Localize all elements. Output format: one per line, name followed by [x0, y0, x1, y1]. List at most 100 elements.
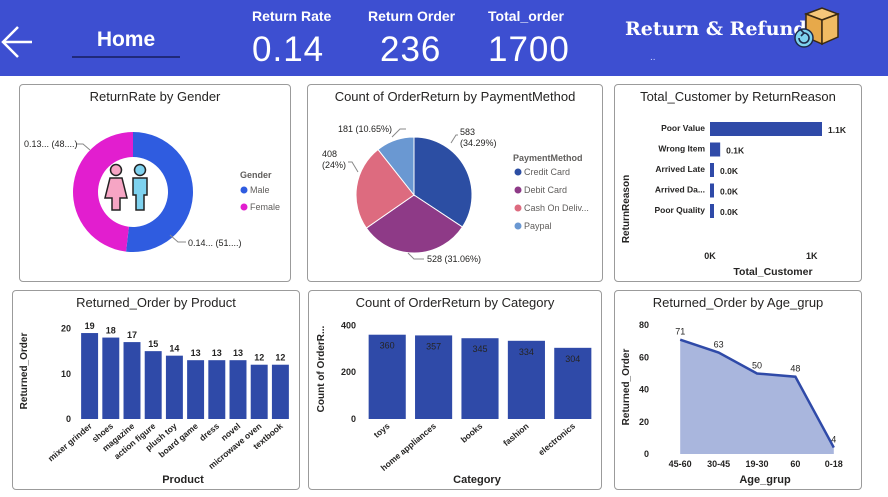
data-label-leader: [391, 128, 406, 138]
data-label: 18: [106, 326, 116, 336]
kpi-value: 236: [380, 30, 442, 69]
data-label-leader: [407, 252, 424, 260]
y-axis-label: Returned_Order: [621, 349, 632, 426]
y-tick-label: 60: [639, 352, 649, 362]
data-label: 528 (31.06%): [427, 254, 481, 264]
bar: [81, 333, 99, 419]
data-label: 63: [714, 340, 724, 350]
chart-title: Count of OrderReturn by PaymentMethod: [334, 89, 576, 104]
data-label: (24%): [322, 160, 346, 170]
legend-title: PaymentMethod: [513, 153, 583, 163]
data-label: 15: [148, 339, 158, 349]
bar: [710, 163, 714, 177]
data-label: 1.1K: [828, 125, 847, 135]
data-label: 50: [752, 361, 762, 371]
y-tick-label: 20: [639, 417, 649, 427]
data-label: 13: [191, 348, 201, 358]
category-bar-chart: 0200400360toys357home appliances345books…: [316, 320, 592, 486]
dashboard-title: Return & Refund: [625, 18, 807, 40]
data-label: (34.29%): [460, 138, 497, 148]
card-customer-by-reason: Total_Customer by ReturnReason ReturnRea…: [614, 84, 862, 282]
data-label: 583: [460, 127, 475, 137]
kpi-total-order: Total_order 1700: [488, 8, 570, 70]
x-axis-label: Age_grup: [739, 474, 791, 486]
y-tick-label: 80: [639, 320, 649, 330]
data-label: 13: [233, 348, 243, 358]
category-label: Poor Quality: [654, 205, 705, 215]
legend-marker: [514, 204, 522, 212]
bar: [250, 364, 268, 419]
y-axis-label: Count of OrderR...: [316, 325, 327, 412]
legend-marker: [240, 186, 248, 194]
legend-item: Cash On Deliv...: [524, 203, 589, 213]
gender-people-icon: [104, 163, 148, 211]
x-tick-label: 60: [790, 459, 800, 469]
bar: [144, 351, 162, 419]
data-label: 0.0K: [720, 166, 739, 176]
kpi-value: 1700: [488, 30, 570, 69]
data-label: 334: [519, 347, 534, 357]
legend-item: Credit Card: [524, 167, 570, 177]
back-arrow-icon[interactable]: [0, 22, 36, 62]
bar: [710, 204, 714, 218]
kpi-label: Return Rate: [252, 8, 332, 24]
legend-marker: [514, 186, 522, 194]
chart-title: Returned_Order by Product: [76, 295, 236, 310]
data-label: 360: [380, 341, 395, 351]
y-tick-label: 0: [351, 414, 356, 424]
age-area-chart: 0 20 40 60 80 71 63 50 48 4 45-60 30-45 19-30 60 0-18 R…: [621, 320, 843, 486]
card-returnrate-by-gender: ReturnRate by Gender 0.14... (51....) 0.1…: [19, 84, 291, 282]
x-tick-label: dress: [197, 421, 221, 443]
data-label-leader: [348, 161, 359, 173]
category-label: Poor Value: [661, 123, 705, 133]
header-bar: Home Return Rate 0.14 Return Order 236 T…: [0, 0, 888, 76]
data-label-leader: [76, 143, 91, 151]
bar: [271, 364, 289, 419]
chart-title: Total_Customer by ReturnReason: [640, 89, 836, 104]
data-label: 304: [565, 354, 580, 364]
legend-item: Paypal: [524, 221, 552, 231]
y-tick-label: 20: [61, 324, 71, 334]
data-label: 4: [831, 435, 836, 445]
x-tick-label: 0K: [704, 251, 716, 261]
kpi-return-order: Return Order 236: [368, 8, 455, 70]
y-tick-label: 40: [639, 385, 649, 395]
data-label: 12: [275, 353, 285, 363]
data-label: 17: [127, 330, 137, 340]
card-orderreturn-by-payment: Count of OrderReturn by PaymentMethod 58…: [307, 84, 603, 282]
card-returned-by-age: Returned_Order by Age_grup 0 20 40 60 80 71 63…: [614, 290, 862, 490]
bar: [165, 355, 183, 419]
bar: [187, 360, 205, 419]
y-axis-label: ReturnReason: [621, 175, 632, 243]
x-axis-label: Total_Customer: [733, 266, 812, 278]
data-label: 345: [472, 344, 487, 354]
kpi-label: Return Order: [368, 8, 456, 24]
data-label: 0.13... (48....): [24, 139, 78, 149]
data-label: 0.14... (51....): [188, 238, 242, 248]
reason-bar-chart: ReturnReason Poor Value 1.1K Wrong Item 0.1K…: [621, 122, 847, 278]
card-orderreturn-by-category: Count of OrderReturn by Category 0 200 400…: [308, 290, 602, 490]
payment-pie-chart: 583(34.29%) 528 (31.06%) 408(24%) 181 (10.6…: [322, 124, 589, 264]
bar: [102, 337, 120, 419]
card-returned-by-product: Returned_Order by Product 0 10 20 19 mixer g…: [12, 290, 300, 490]
x-tick-label: electronics: [536, 421, 577, 458]
category-label: Arrived Da...: [655, 185, 705, 195]
data-label: 0.1K: [726, 146, 745, 156]
product-bar-chart: 01020 19mixer grinder18shoes17magazine15a…: [19, 321, 289, 486]
x-tick-label: 19-30: [745, 459, 768, 469]
x-tick-label: fashion: [501, 421, 531, 448]
y-tick-label: 400: [341, 320, 356, 330]
data-label: 357: [426, 341, 441, 351]
kpi-return-rate: Return Rate 0.14: [252, 8, 331, 70]
data-label: 12: [254, 353, 264, 363]
gender-donut-chart: 0.14... (51....) 0.13... (48....) Gender Ma…: [24, 132, 280, 252]
legend-marker: [514, 222, 522, 230]
category-label: Wrong Item: [658, 144, 705, 154]
x-tick-label: 0-18: [825, 459, 843, 469]
legend-item: Female: [250, 202, 280, 212]
x-axis-label: Product: [162, 474, 204, 486]
legend-item: Debit Card: [524, 185, 567, 195]
kpi-label: Total_order: [488, 8, 564, 24]
home-button[interactable]: Home: [72, 28, 180, 58]
data-label: 181 (10.65%): [338, 124, 392, 134]
